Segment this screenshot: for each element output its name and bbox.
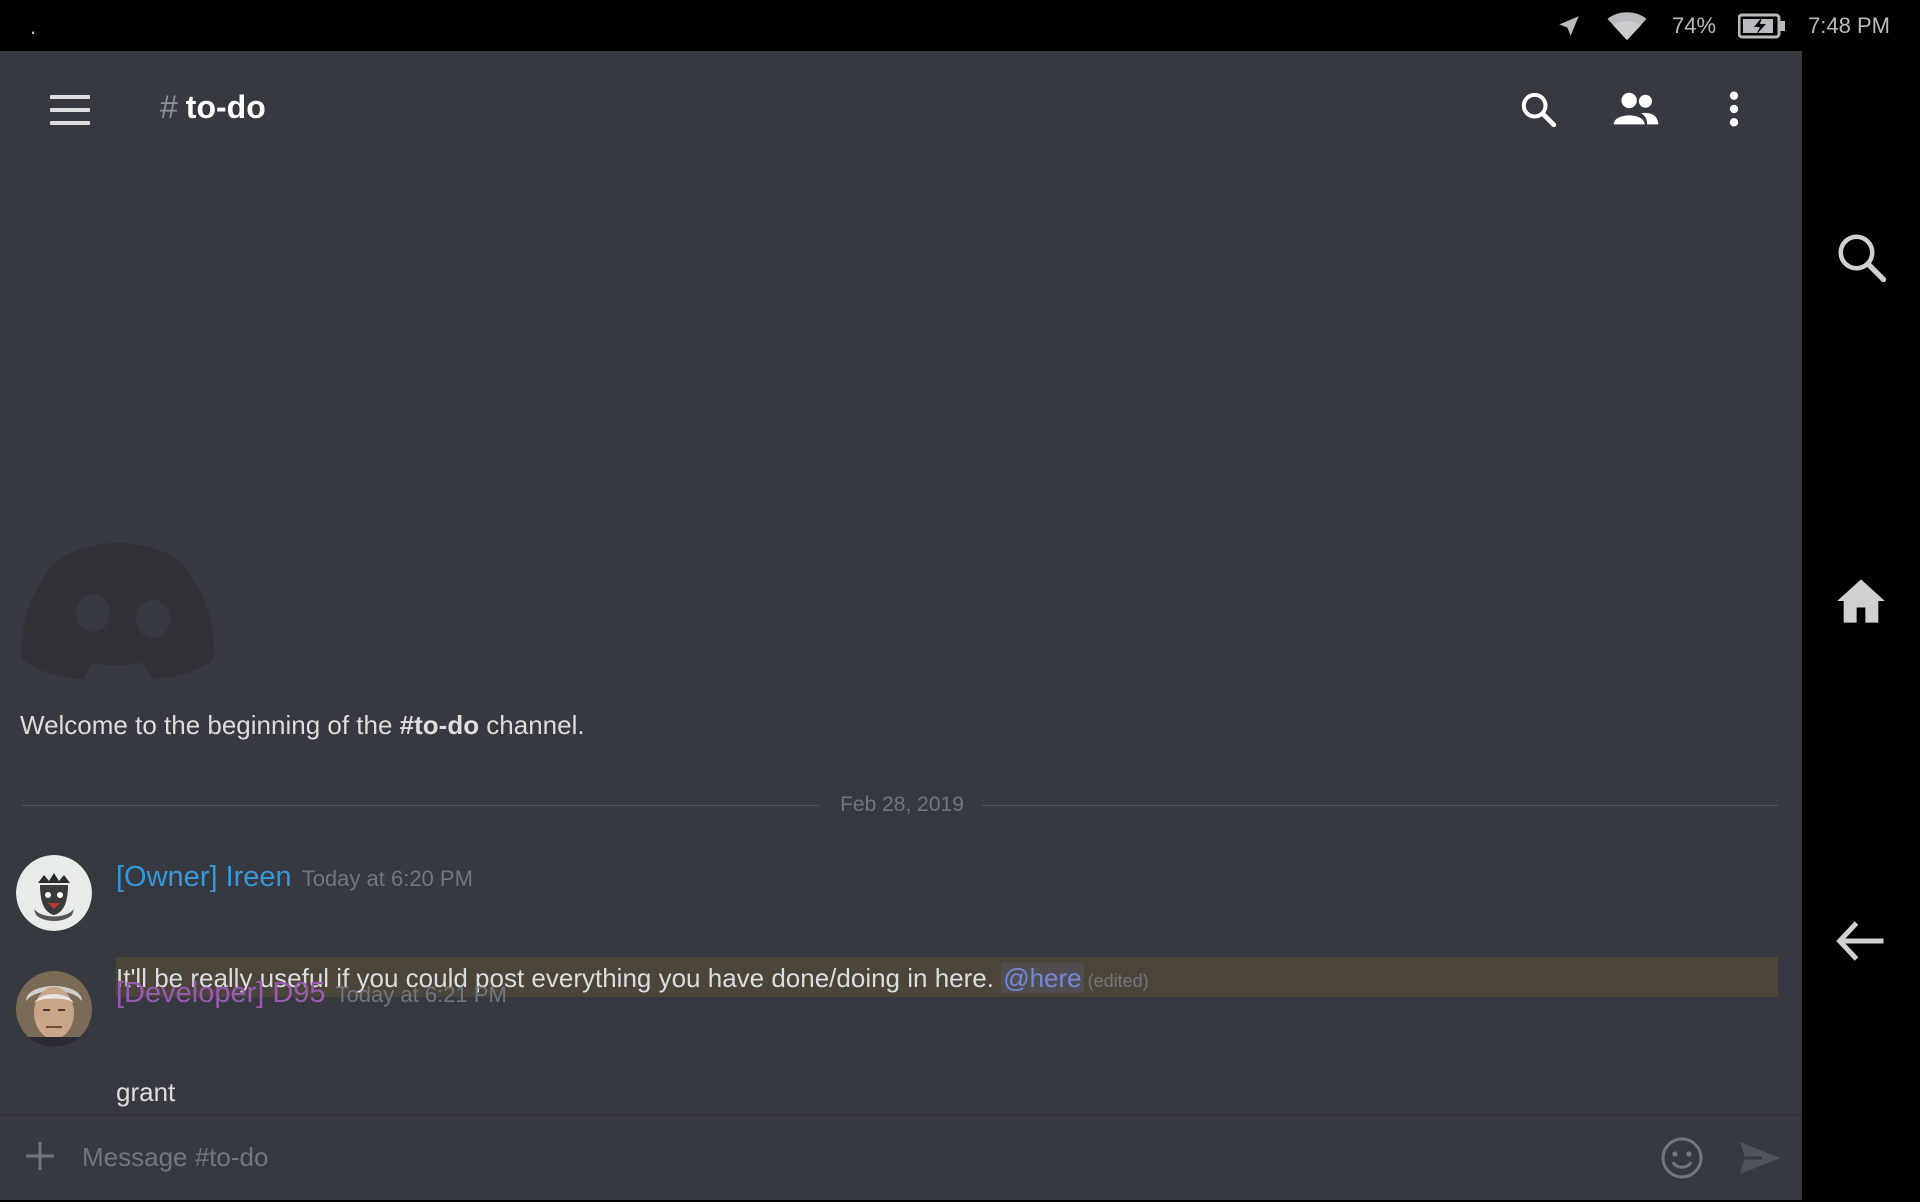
system-nav-bar xyxy=(1802,51,1920,1200)
add-attachment-icon[interactable] xyxy=(22,1138,58,1174)
welcome-suffix: channel. xyxy=(479,710,585,740)
divider-date: Feb 28, 2019 xyxy=(840,793,964,816)
message-input[interactable] xyxy=(80,1134,1644,1180)
date-divider: Feb 28, 2019 xyxy=(22,793,1778,817)
status-bar: . 74% 7:48 PM xyxy=(0,0,1920,51)
hash-icon: # xyxy=(160,89,178,125)
battery-charging-icon xyxy=(1738,13,1786,39)
back-icon[interactable] xyxy=(1831,911,1891,971)
channel-title: # to-do xyxy=(160,89,266,126)
location-icon xyxy=(1556,13,1582,39)
avatar[interactable] xyxy=(16,855,92,931)
discord-logo-icon xyxy=(18,531,218,681)
chat-app: # to-do Welcome to the beginning of the #… xyxy=(0,51,1802,1200)
more-icon[interactable] xyxy=(1706,81,1762,137)
message-composer xyxy=(0,1114,1802,1202)
menu-icon[interactable] xyxy=(50,95,90,129)
search-icon[interactable] xyxy=(1831,227,1891,287)
notification-dot: . xyxy=(30,14,37,39)
username[interactable]: [Developer] D95 xyxy=(116,977,326,1009)
home-icon[interactable] xyxy=(1831,571,1891,631)
battery-percent: 74% xyxy=(1672,12,1717,38)
channel-name: to-do xyxy=(185,89,266,125)
welcome-message: Welcome to the beginning of the #to-do c… xyxy=(20,710,585,741)
welcome-channel: #to-do xyxy=(399,710,480,740)
emoji-icon[interactable] xyxy=(1660,1136,1704,1180)
username[interactable]: [Owner] Ireen xyxy=(116,861,292,893)
timestamp: Today at 6:21 PM xyxy=(335,982,507,1007)
channel-header: # to-do xyxy=(0,51,1802,173)
mention-here[interactable]: @here xyxy=(1001,963,1084,993)
search-icon[interactable] xyxy=(1510,81,1566,137)
edited-label: (edited) xyxy=(1087,971,1149,991)
clock: 7:48 PM xyxy=(1808,12,1890,38)
avatar[interactable] xyxy=(16,971,92,1047)
wifi-icon xyxy=(1604,10,1650,42)
welcome-prefix: Welcome to the beginning of the xyxy=(20,710,400,740)
members-icon[interactable] xyxy=(1608,81,1664,137)
message-text: grant xyxy=(116,1077,176,1107)
timestamp: Today at 6:20 PM xyxy=(301,866,473,891)
send-icon[interactable] xyxy=(1736,1136,1784,1180)
